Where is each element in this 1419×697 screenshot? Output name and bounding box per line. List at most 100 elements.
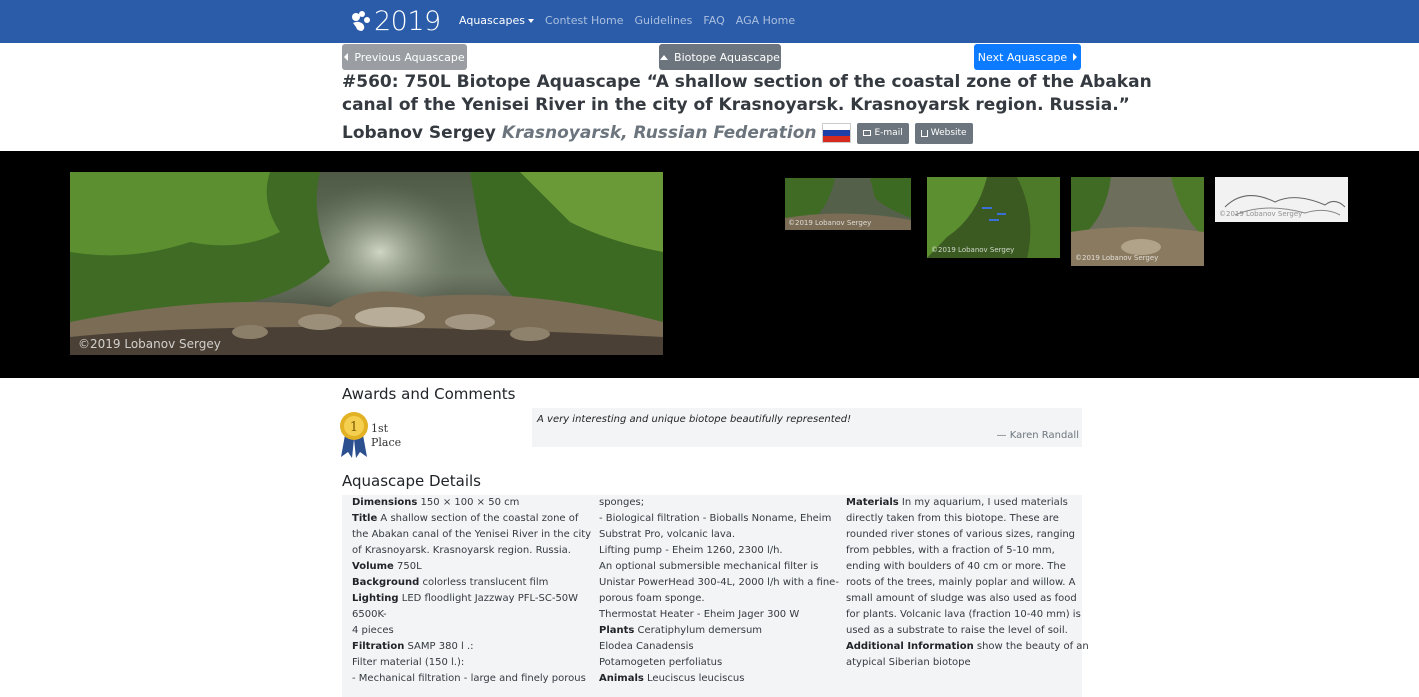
detail-line: Additional Information show the beauty o… xyxy=(846,639,1089,655)
detail-line: 6500K- xyxy=(352,607,584,623)
nav-contest-home[interactable]: Contest Home xyxy=(545,14,624,27)
detail-line: Lighting LED floodlight Jazzway PFL-SC-5… xyxy=(352,591,584,607)
detail-key: Plants xyxy=(599,625,635,636)
detail-value: rounded river stones of various sizes, r… xyxy=(846,529,1076,540)
title-line-1: #560: 750L Biotope Aquascape “A shallow … xyxy=(342,72,1152,92)
nav-guidelines[interactable]: Guidelines xyxy=(635,14,693,27)
detail-value: porous foam sponge. xyxy=(599,593,705,604)
detail-line: Filter material (150 l.): xyxy=(352,655,584,671)
detail-value: show the beauty of an xyxy=(973,641,1089,652)
main-aquascape-photo[interactable]: ©2019 Lobanov Sergey xyxy=(70,172,663,355)
detail-key: Additional Information xyxy=(846,641,974,652)
detail-value: 6500K- xyxy=(352,609,387,620)
detail-key: Background xyxy=(352,577,420,588)
title-line-2: canal of the Yenisei River in the city o… xyxy=(342,95,1130,115)
detail-value: colorless translucent film xyxy=(419,577,549,588)
detail-value: 4 pieces xyxy=(352,625,394,636)
previous-aquascape-button[interactable]: Previous Aquascape xyxy=(342,44,467,70)
detail-line: for plants. Volcanic lava (fraction 10-4… xyxy=(846,607,1081,623)
chevron-up-icon xyxy=(660,54,669,60)
detail-value: from pebbles, with a fraction of 5-10 mm… xyxy=(846,545,1055,556)
website-label: Website xyxy=(930,128,967,138)
judge-comment: A very interesting and unique biotope be… xyxy=(532,408,1082,447)
author-line: Lobanov Sergey Krasnoyarsk, Russian Fede… xyxy=(342,121,973,145)
detail-line: Elodea Canadensis xyxy=(599,639,831,655)
detail-line: Substrat Pro, volcanic lava. xyxy=(599,527,831,543)
details-column-1: Dimensions 150 × 100 × 50 cm Title A shal… xyxy=(352,495,591,687)
detail-line: Animals Leuciscus leuciscus xyxy=(599,671,831,687)
nav-aga-home[interactable]: AGA Home xyxy=(736,14,795,27)
detail-value: Substrat Pro, volcanic lava. xyxy=(599,529,736,540)
detail-value: directly taken from this biotope. These … xyxy=(846,513,1059,524)
detail-line: Plants Ceratiphylum demersum xyxy=(599,623,831,639)
detail-line: small amount of sludge was also used as … xyxy=(846,591,1078,607)
detail-value: 150 × 100 × 50 cm xyxy=(417,497,520,508)
thumbnail-3-watermark: ©2019 Lobanov Sergey xyxy=(1075,254,1159,262)
nav-aquascapes-dropdown[interactable]: Aquascapes xyxy=(459,14,535,27)
author-name: Lobanov Sergey xyxy=(342,123,496,143)
detail-key: Materials xyxy=(846,497,899,508)
detail-line: atypical Siberian biotope xyxy=(846,655,1078,671)
aga-logo-icon xyxy=(352,11,370,31)
image-gallery: ©2019 Lobanov Sergey ©2019 Lobanov Serge… xyxy=(0,151,1419,378)
next-aquascape-button[interactable]: Next Aquascape xyxy=(974,44,1081,70)
detail-line: Filtration SAMP 380 l .: xyxy=(352,639,584,655)
thumbnail-4[interactable]: ©2019 Lobanov Sergey xyxy=(1215,177,1348,222)
thumbnail-3-art xyxy=(1071,177,1204,266)
detail-line: Unistar PowerHead 300-4L, 2000 l/h with … xyxy=(599,575,839,591)
thumbnail-1[interactable]: ©2019 Lobanov Sergey xyxy=(785,178,911,230)
detail-value: LED floodlight Jazzway PFL-SC-50W xyxy=(398,593,579,604)
detail-key: Dimensions xyxy=(352,497,418,508)
detail-value: - Biological filtration - Bioballs Nonam… xyxy=(599,513,832,524)
detail-value: roots of the trees, mainly poplar and wi… xyxy=(846,577,1076,588)
email-button[interactable]: E-mail xyxy=(857,122,909,144)
detail-value: small amount of sludge was also used as … xyxy=(846,593,1077,604)
brand-home-link[interactable]: 2019 xyxy=(350,5,441,37)
thumbnail-2[interactable]: ©2019 Lobanov Sergey xyxy=(927,177,1060,258)
detail-line: the Abakan canal of the Yenisei River in… xyxy=(352,527,591,543)
detail-value: the Abakan canal of the Yenisei River in… xyxy=(352,529,592,540)
detail-key: Lighting xyxy=(352,593,399,604)
detail-value: for plants. Volcanic lava (fraction 10-4… xyxy=(846,609,1081,620)
detail-line: used as a substrate to raise the level o… xyxy=(846,623,1078,639)
detail-value: - Mechanical filtration - large and fine… xyxy=(352,673,586,684)
detail-value: 750L xyxy=(393,561,422,572)
detail-value: Filter material (150 l.): xyxy=(352,657,465,668)
award-place-line1: 1st xyxy=(371,422,389,435)
website-button[interactable]: Website xyxy=(914,122,973,144)
detail-line: Background colorless translucent film xyxy=(352,575,584,591)
page-title: #560: 750L Biotope Aquascape “A shallow … xyxy=(342,71,1152,117)
detail-value: used as a substrate to raise the level o… xyxy=(846,625,1068,636)
detail-key: Filtration xyxy=(352,641,405,652)
details-column-3: Materials In my aquarium, I used materia… xyxy=(846,495,1089,671)
detail-value: Ceratiphylum demersum xyxy=(634,625,763,636)
chevron-right-icon xyxy=(1073,53,1078,61)
thumbnail-3[interactable]: ©2019 Lobanov Sergey xyxy=(1071,177,1204,266)
thumbnail-1-watermark: ©2019 Lobanov Sergey xyxy=(788,219,872,227)
award-place: 1st Place xyxy=(371,422,401,450)
detail-line: 4 pieces xyxy=(352,623,584,639)
svg-text:1: 1 xyxy=(350,420,358,435)
detail-line: porous foam sponge. xyxy=(599,591,831,607)
russia-flag-icon xyxy=(822,123,852,143)
email-label: E-mail xyxy=(874,128,903,138)
detail-line: from pebbles, with a fraction of 5-10 mm… xyxy=(846,543,1078,559)
detail-value: Leuciscus leuciscus xyxy=(643,673,745,684)
next-aquascape-label: Next Aquascape xyxy=(977,50,1068,64)
detail-value: Unistar PowerHead 300-4L, 2000 l/h with … xyxy=(599,577,839,588)
top-navbar: 2019 Aquascapes Contest Home Guidelines … xyxy=(0,0,1419,43)
detail-value: Lifting pump - Eheim 1260, 2300 l/h. xyxy=(599,545,783,556)
detail-line: Lifting pump - Eheim 1260, 2300 l/h. xyxy=(599,543,831,559)
nav-faq[interactable]: FAQ xyxy=(703,14,724,27)
detail-value: atypical Siberian biotope xyxy=(846,657,971,668)
detail-value: In my aquarium, I used materials xyxy=(898,497,1068,508)
detail-line: Dimensions 150 × 100 × 50 cm xyxy=(352,495,584,511)
detail-line: Thermostat Heater - Eheim Jager 300 W xyxy=(599,607,831,623)
detail-line: roots of the trees, mainly poplar and wi… xyxy=(846,575,1078,591)
judge-comment-author: — Karen Randall xyxy=(996,430,1079,441)
detail-line: - Mechanical filtration - large and fine… xyxy=(352,671,586,687)
detail-line: ending with boulders of 40 cm or more. T… xyxy=(846,559,1078,575)
award-ribbon-icon: 1 xyxy=(339,411,369,463)
category-button[interactable]: Biotope Aquascape xyxy=(659,44,781,70)
detail-line: rounded river stones of various sizes, r… xyxy=(846,527,1078,543)
